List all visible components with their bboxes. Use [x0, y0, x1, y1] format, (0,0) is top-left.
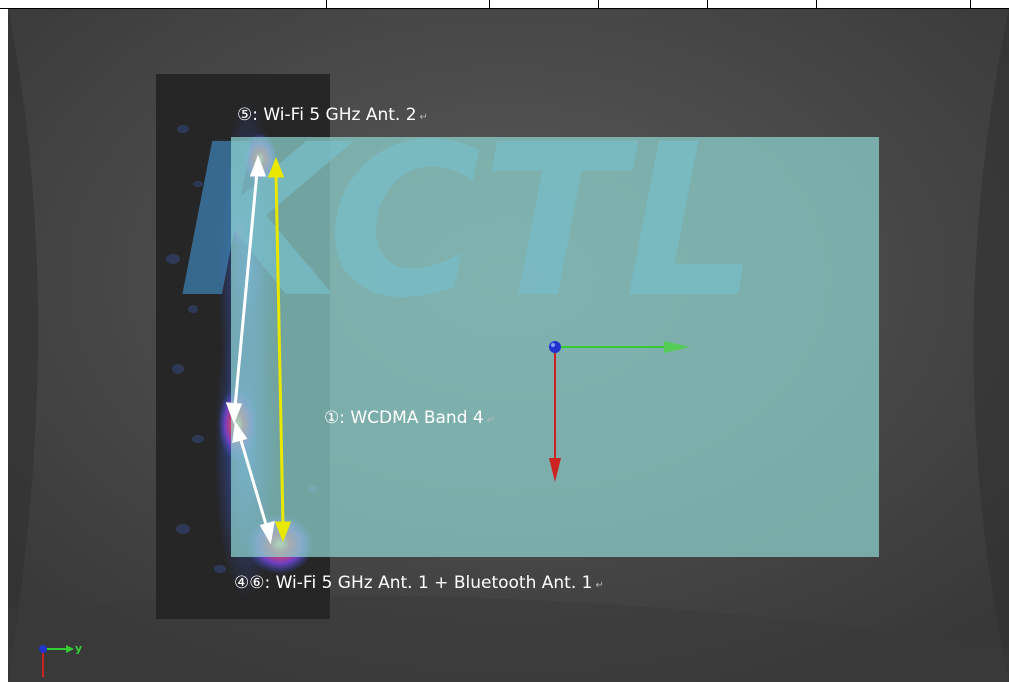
label-wifi-5ghz-ant-2: ⑤: Wi-Fi 5 GHz Ant. 2 ↵ [237, 105, 428, 125]
table-cell-divider [816, 0, 817, 8]
3d-viewport[interactable]: KCTL [8, 9, 1009, 682]
label-wifi-ant-1-bluetooth: ④⑥: Wi-Fi 5 GHz Ant. 1 + Bluetooth Ant. … [234, 573, 604, 593]
table-cell-divider [707, 0, 708, 8]
table-header-row [0, 0, 1009, 9]
table-cell-divider [326, 0, 327, 8]
svg-text:y: y [75, 642, 82, 655]
origin-sphere-icon [549, 341, 561, 353]
table-cell-divider [598, 0, 599, 8]
table-cell-divider [970, 0, 971, 8]
table-cell-divider [489, 0, 490, 8]
label-wcdma-band-4: ①: WCDMA Band 4 ↵ [324, 408, 496, 428]
